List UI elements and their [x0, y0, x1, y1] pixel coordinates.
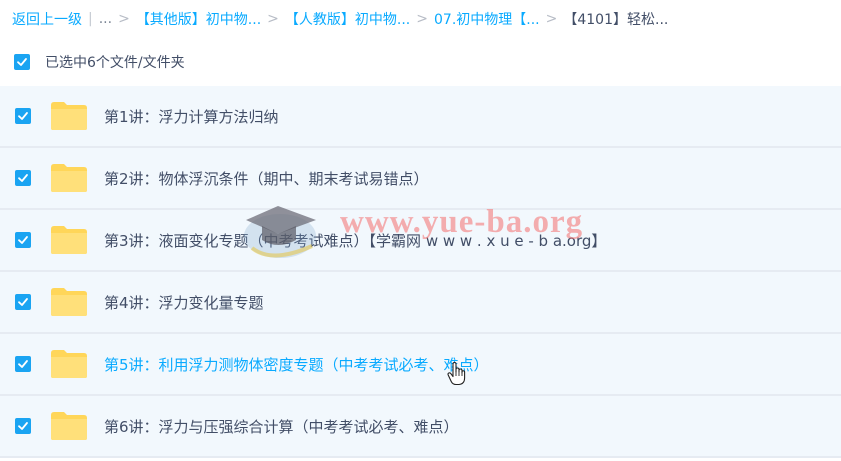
file-name[interactable]: 第1讲：浮力计算方法归纳	[104, 106, 279, 127]
folder-icon	[51, 164, 87, 192]
checkmark-icon	[18, 360, 28, 368]
breadcrumb-item[interactable]: 【其他版】初中物...	[136, 9, 261, 29]
breadcrumb-ellipsis[interactable]: ...	[99, 11, 112, 27]
row-checkbox[interactable]	[15, 170, 31, 186]
file-name[interactable]: 第6讲：浮力与压强综合计算（中考考试必考、难点）	[104, 416, 459, 437]
row-checkbox[interactable]	[15, 356, 31, 372]
list-item[interactable]: 第3讲：液面变化专题（中考考试难点）【学霸网 w w w . x u e - b…	[0, 210, 841, 272]
list-item[interactable]: 第2讲：物体浮沉条件（期中、期末考试易错点）	[0, 148, 841, 210]
folder-icon	[51, 102, 87, 130]
file-list: 第1讲：浮力计算方法归纳 第2讲：物体浮沉条件（期中、期末考试易错点） 第3讲：…	[0, 86, 841, 458]
chevron-right-icon: >	[416, 11, 428, 27]
checkmark-icon	[18, 112, 28, 120]
list-item[interactable]: 第1讲：浮力计算方法归纳	[0, 86, 841, 148]
file-name[interactable]: 第3讲：液面变化专题（中考考试难点）【学霸网 w w w . x u e - b…	[104, 230, 606, 251]
checkmark-icon	[18, 422, 28, 430]
folder-icon	[51, 226, 87, 254]
selection-count: 已选中6个文件/文件夹	[45, 55, 185, 71]
checkmark-icon	[18, 236, 28, 244]
list-item[interactable]: 第4讲：浮力变化量专题	[0, 272, 841, 334]
list-item[interactable]: 第5讲：利用浮力测物体密度专题（中考考试必考、难点）	[0, 334, 841, 396]
row-checkbox[interactable]	[15, 108, 31, 124]
checkmark-icon	[18, 298, 28, 306]
list-item[interactable]: 第6讲：浮力与压强综合计算（中考考试必考、难点）	[0, 396, 841, 458]
chevron-right-icon: >	[267, 11, 279, 27]
row-checkbox[interactable]	[15, 232, 31, 248]
back-link[interactable]: 返回上一级	[12, 9, 82, 29]
folder-icon	[51, 350, 87, 378]
file-browser: 返回上一级 | ... > 【其他版】初中物... > 【人教版】初中物... …	[0, 0, 841, 461]
breadcrumb-current: 【4101】轻松...	[563, 12, 669, 28]
breadcrumb-item[interactable]: 07.初中物理【...	[434, 9, 540, 29]
row-checkbox[interactable]	[15, 294, 31, 310]
selection-bar: 已选中6个文件/文件夹	[14, 51, 185, 73]
checkmark-icon	[17, 58, 27, 66]
folder-icon	[51, 412, 87, 440]
folder-icon	[51, 288, 87, 316]
breadcrumb: 返回上一级 | ... > 【其他版】初中物... > 【人教版】初中物... …	[12, 8, 668, 30]
file-name[interactable]: 第2讲：物体浮沉条件（期中、期末考试易错点）	[104, 168, 429, 189]
file-name[interactable]: 第4讲：浮力变化量专题	[104, 292, 264, 313]
hand-pointer-icon	[447, 362, 466, 386]
row-checkbox[interactable]	[15, 418, 31, 434]
file-name[interactable]: 第5讲：利用浮力测物体密度专题（中考考试必考、难点）	[104, 354, 489, 375]
chevron-right-icon: >	[545, 11, 558, 27]
chevron-right-icon: >	[118, 11, 130, 27]
breadcrumb-divider: |	[88, 11, 93, 27]
breadcrumb-item[interactable]: 【人教版】初中物...	[285, 9, 410, 29]
select-all-checkbox[interactable]	[14, 54, 30, 70]
checkmark-icon	[18, 174, 28, 182]
